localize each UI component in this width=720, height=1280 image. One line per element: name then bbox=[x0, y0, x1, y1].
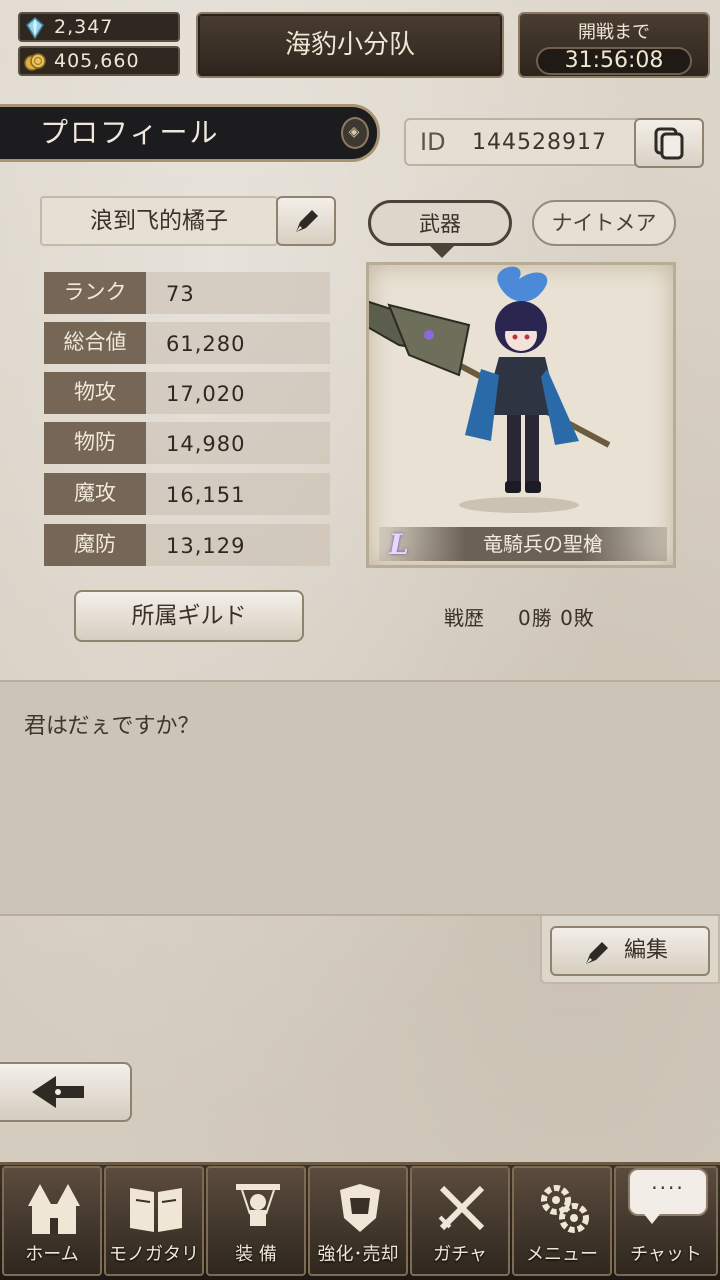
team-name-button[interactable]: 海豹小分队 bbox=[196, 12, 504, 78]
weapon-portrait[interactable]: 竜騎兵の聖槍 L bbox=[366, 262, 676, 568]
back-button[interactable] bbox=[0, 1062, 132, 1122]
gears-icon bbox=[541, 1185, 589, 1233]
nav-label: 強化･売却 bbox=[317, 1244, 399, 1265]
player-name: 浪到飞的橘子 bbox=[40, 196, 278, 246]
battle-label: 開戦まで bbox=[578, 22, 650, 43]
stat-value: 16,151 bbox=[146, 473, 330, 515]
ornament-icon: ◈ bbox=[341, 117, 369, 149]
stat-value: 14,980 bbox=[146, 422, 330, 464]
back-arrow-icon bbox=[32, 1076, 84, 1108]
coins-icon bbox=[24, 53, 46, 71]
stat-row-rank: ランク 73 bbox=[44, 272, 330, 314]
book-icon bbox=[130, 1188, 182, 1232]
stat-row-phys-atk: 物攻 17,020 bbox=[44, 372, 330, 414]
stat-label: 物攻 bbox=[44, 372, 146, 414]
stat-label: ランク bbox=[44, 272, 146, 314]
player-id-field: ID 144528917 bbox=[404, 118, 704, 168]
stat-row-mag-atk: 魔攻 16,151 bbox=[44, 473, 330, 515]
gold-counter: 405,660 bbox=[18, 46, 180, 76]
edit-message-button[interactable]: 編集 bbox=[550, 926, 710, 976]
nav-equip[interactable]: 装 備 bbox=[206, 1166, 306, 1276]
puppet-icon bbox=[236, 1184, 280, 1226]
pen-icon bbox=[586, 942, 608, 964]
stat-label: 総合値 bbox=[44, 322, 146, 364]
character-illustration bbox=[369, 266, 611, 513]
chat-icon: ···· bbox=[628, 1168, 708, 1224]
nav-home[interactable]: ホーム bbox=[2, 1166, 102, 1276]
nav-label: メニュー bbox=[526, 1244, 598, 1265]
page-title: プロフィール bbox=[40, 116, 220, 149]
id-label: ID bbox=[420, 128, 446, 156]
edit-label: 編集 bbox=[624, 938, 669, 963]
gem-count: 2,347 bbox=[54, 16, 114, 38]
stat-value: 61,280 bbox=[146, 322, 330, 364]
copy-id-button[interactable] bbox=[634, 118, 704, 168]
castle-icon bbox=[28, 1184, 80, 1234]
nav-label: ホーム bbox=[25, 1244, 79, 1265]
crossed-swords-icon bbox=[438, 1185, 485, 1231]
stat-label: 魔防 bbox=[44, 524, 146, 566]
nav-gacha[interactable]: ガチャ bbox=[410, 1166, 510, 1276]
stat-label: 物防 bbox=[44, 422, 146, 464]
profile-title-banner: プロフィール ◈ bbox=[0, 104, 380, 162]
armor-icon bbox=[340, 1184, 380, 1232]
nav-label: モノガタリ bbox=[109, 1244, 199, 1265]
nav-enhance[interactable]: 強化･売却 bbox=[308, 1166, 408, 1276]
crystal-icon bbox=[26, 17, 44, 39]
nav-label: チャット bbox=[630, 1244, 702, 1265]
nav-menu[interactable]: メニュー bbox=[512, 1166, 612, 1276]
nav-story[interactable]: モノガタリ bbox=[104, 1166, 204, 1276]
stat-value: 17,020 bbox=[146, 372, 330, 414]
copy-icon bbox=[654, 127, 684, 160]
id-value: 144528917 bbox=[472, 130, 607, 155]
guild-button[interactable]: 所属ギルド bbox=[74, 590, 304, 642]
gold-count: 405,660 bbox=[54, 50, 140, 72]
nav-label: ガチャ bbox=[433, 1244, 487, 1265]
stat-value: 13,129 bbox=[146, 524, 330, 566]
edit-name-button[interactable] bbox=[276, 196, 336, 246]
stat-row-total: 総合値 61,280 bbox=[44, 322, 330, 364]
record-label: 戦歴 bbox=[444, 606, 484, 630]
battle-timer: 31:56:08 bbox=[536, 47, 692, 75]
record-value: 0勝 0敗 bbox=[518, 606, 595, 630]
stat-row-phys-def: 物防 14,980 bbox=[44, 422, 330, 464]
tab-weapon[interactable]: 武器 bbox=[368, 200, 512, 258]
profile-message: 君はだぇですか？ bbox=[24, 714, 200, 739]
weapon-name: 竜騎兵の聖槍 bbox=[379, 527, 667, 561]
gem-counter: 2,347 bbox=[18, 12, 180, 42]
stat-value: 73 bbox=[146, 272, 330, 314]
nav-label: 装 備 bbox=[235, 1244, 277, 1265]
stat-row-mag-def: 魔防 13,129 bbox=[44, 524, 330, 566]
pen-icon bbox=[296, 210, 318, 232]
tab-nightmare[interactable]: ナイトメア bbox=[532, 200, 676, 246]
profile-message-box: 君はだぇですか？ bbox=[0, 680, 720, 916]
battle-countdown[interactable]: 開戦まで 31:56:08 bbox=[518, 12, 710, 78]
rarity-badge: L bbox=[389, 528, 409, 561]
stat-label: 魔攻 bbox=[44, 473, 146, 515]
